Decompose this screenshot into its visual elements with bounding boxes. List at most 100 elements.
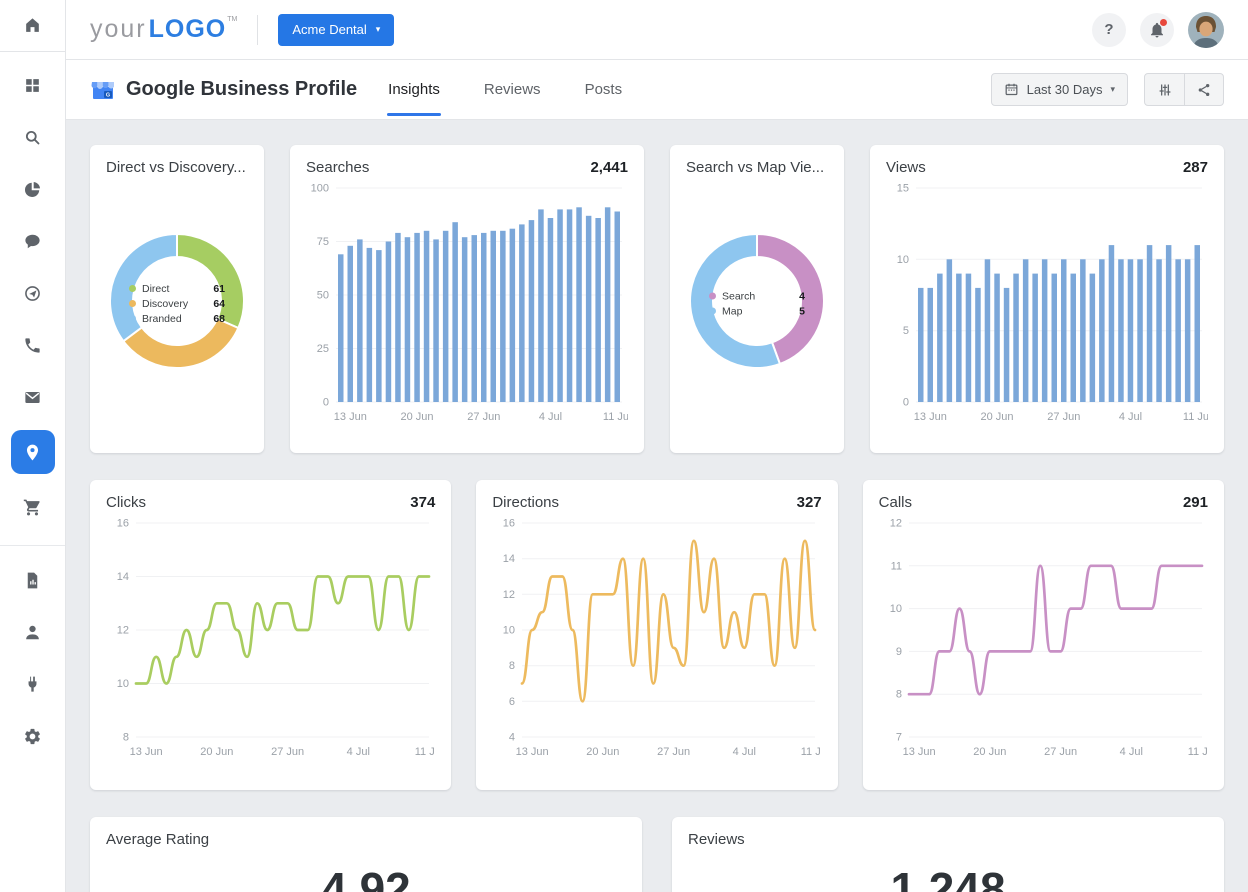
line-chart-svg: 81012141613 Jun20 Jun27 Jun4 Jul11 Jul — [106, 515, 435, 761]
svg-text:6: 6 — [509, 696, 515, 708]
svg-text:13 Jun: 13 Jun — [914, 411, 947, 423]
calls-chart: 78910111213 Jun20 Jun27 Jun4 Jul11 Jul — [879, 515, 1208, 761]
map-pin-icon — [23, 443, 42, 462]
mail-icon — [23, 388, 42, 407]
sidebar-item-chat[interactable] — [0, 215, 65, 267]
svg-text:20 Jun: 20 Jun — [587, 746, 620, 758]
legend-label: Discovery — [142, 298, 188, 310]
legend-value: 61 — [213, 283, 225, 295]
card-title: Average Rating — [106, 831, 209, 848]
card-total: 287 — [1183, 159, 1208, 176]
dashboard-content: Direct vs Discovery... Direct61Discovery… — [66, 120, 1248, 892]
svg-text:11 Jul: 11 Jul — [1183, 411, 1208, 423]
svg-text:4: 4 — [509, 732, 515, 744]
card-title: Reviews — [688, 831, 745, 848]
svg-text:4 Jul: 4 Jul — [347, 746, 370, 758]
views-chart: 05101513 Jun20 Jun27 Jun4 Jul11 Jul — [886, 180, 1208, 426]
logo-main: LOGO — [149, 17, 227, 42]
sidebar-item-analytics[interactable] — [0, 163, 65, 215]
svg-text:27 Jun: 27 Jun — [657, 746, 690, 758]
share-button[interactable] — [1184, 74, 1223, 105]
sidebar-item-reports[interactable] — [0, 554, 65, 606]
sidebar-item-email[interactable] — [0, 371, 65, 423]
widgets-row-2: Clicks 374 81012141613 Jun20 Jun27 Jun4 … — [90, 480, 1224, 790]
bar-chart-svg: 025507510013 Jun20 Jun27 Jun4 Jul11 Jul — [306, 180, 628, 426]
notifications-button[interactable] — [1140, 13, 1174, 47]
sidebar-item-dashboard[interactable] — [0, 59, 65, 111]
account-name: Acme Dental — [292, 22, 366, 37]
bar-chart-svg: 05101513 Jun20 Jun27 Jun4 Jul11 Jul — [886, 180, 1208, 426]
chevron-down-icon: ▾ — [376, 25, 381, 34]
svg-text:0: 0 — [903, 397, 909, 409]
directions-chart: 4681012141613 Jun20 Jun27 Jun4 Jul11 Jul — [492, 515, 821, 761]
sidebar-item-ecommerce[interactable] — [0, 481, 65, 533]
svg-text:11 Jul: 11 Jul — [415, 746, 435, 758]
svg-text:4 Jul: 4 Jul — [539, 411, 562, 423]
svg-text:14: 14 — [503, 553, 515, 565]
avatar-image — [1188, 12, 1224, 48]
google-business-profile-icon: G — [90, 78, 116, 102]
legend-dot — [709, 293, 716, 300]
svg-text:0: 0 — [323, 397, 329, 409]
svg-text:10: 10 — [897, 254, 909, 266]
svg-text:27 Jun: 27 Jun — [1047, 411, 1080, 423]
sidebar-item-clients[interactable] — [0, 606, 65, 658]
logo-prefix: your — [90, 17, 147, 42]
legend-dot — [709, 308, 716, 315]
svg-text:20 Jun: 20 Jun — [400, 411, 433, 423]
sidebar-item-settings[interactable] — [0, 710, 65, 762]
sidebar-item-search[interactable] — [0, 111, 65, 163]
svg-text:50: 50 — [317, 290, 329, 302]
svg-text:100: 100 — [311, 183, 329, 195]
calls-card: Calls 291 78910111213 Jun20 Jun27 Jun4 J… — [863, 480, 1224, 790]
tab-insights[interactable]: Insights — [387, 60, 441, 120]
account-selector-button[interactable]: Acme Dental ▾ — [278, 14, 394, 46]
plug-icon — [23, 675, 42, 694]
search-icon — [23, 128, 42, 147]
avatar[interactable] — [1188, 12, 1224, 48]
svg-text:10: 10 — [503, 625, 515, 637]
svg-text:12: 12 — [889, 518, 901, 530]
svg-text:13 Jun: 13 Jun — [334, 411, 367, 423]
sidebar-item-campaigns[interactable] — [0, 267, 65, 319]
svg-text:12: 12 — [117, 625, 129, 637]
card-title: Clicks — [106, 494, 146, 511]
clicks-card: Clicks 374 81012141613 Jun20 Jun27 Jun4 … — [90, 480, 451, 790]
svg-text:13 Jun: 13 Jun — [130, 746, 163, 758]
svg-text:16: 16 — [117, 518, 129, 530]
chevron-down-icon: ▾ — [1110, 85, 1115, 94]
svg-text:20 Jun: 20 Jun — [200, 746, 233, 758]
tab-reviews[interactable]: Reviews — [483, 60, 542, 120]
svg-text:11: 11 — [890, 560, 901, 572]
average-rating-value: 4.92 — [106, 862, 626, 892]
sidebar-item-home[interactable] — [0, 0, 65, 52]
legend-dot — [129, 300, 136, 307]
date-range-label: Last 30 Days — [1027, 82, 1103, 97]
clicks-chart: 81012141613 Jun20 Jun27 Jun4 Jul11 Jul — [106, 515, 435, 761]
date-range-button[interactable]: Last 30 Days ▾ — [991, 73, 1128, 106]
sidebar — [0, 0, 66, 892]
chat-icon — [23, 232, 42, 251]
directions-card: Directions 327 4681012141613 Jun20 Jun27… — [476, 480, 837, 790]
help-button[interactable]: ? — [1092, 13, 1126, 47]
svg-text:10: 10 — [117, 678, 129, 690]
logo-trademark: TM — [227, 16, 237, 23]
sidebar-item-local-listings[interactable] — [0, 423, 65, 481]
legend-label: Branded — [142, 313, 182, 325]
customize-button[interactable] — [1145, 74, 1184, 105]
legend-row: Discovery 64 — [129, 298, 225, 310]
sidebar-item-integrations[interactable] — [0, 658, 65, 710]
tab-posts[interactable]: Posts — [584, 60, 624, 120]
legend-value: 64 — [213, 298, 225, 310]
searches-card: Searches 2,441 025507510013 Jun20 Jun27 … — [290, 145, 644, 453]
sidebar-item-calls[interactable] — [0, 319, 65, 371]
svg-text:8: 8 — [896, 689, 902, 701]
search-vs-map-chart: Search4Map5 — [686, 230, 828, 377]
reviews-value: 1,248 — [688, 862, 1208, 892]
svg-text:4 Jul: 4 Jul — [1119, 411, 1142, 423]
card-total: 327 — [797, 494, 822, 511]
legend-row: Branded68 — [129, 313, 225, 325]
legend-label: Direct — [142, 283, 169, 295]
svg-text:27 Jun: 27 Jun — [1044, 746, 1077, 758]
svg-text:20 Jun: 20 Jun — [980, 411, 1013, 423]
